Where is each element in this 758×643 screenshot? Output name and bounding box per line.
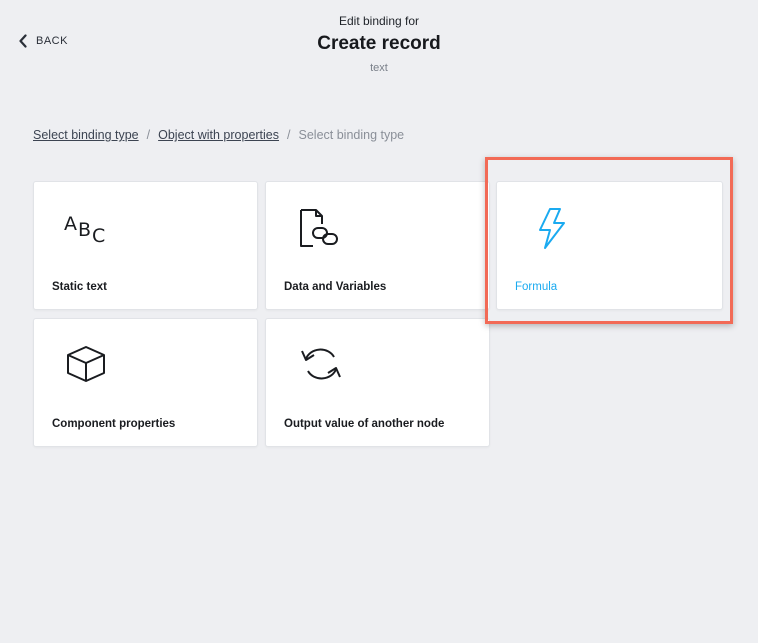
- breadcrumb-separator: /: [287, 128, 291, 142]
- page-header: Edit binding for Create record text: [0, 14, 758, 74]
- card-output-value-of-another-node[interactable]: Output value of another node: [265, 318, 490, 447]
- card-label: Data and Variables: [284, 281, 387, 293]
- svg-text:A: A: [64, 213, 77, 235]
- breadcrumb-item-object-with-properties[interactable]: Object with properties: [158, 128, 279, 142]
- card-data-and-variables[interactable]: Data and Variables: [265, 181, 490, 310]
- svg-text:B: B: [78, 219, 91, 241]
- document-link-icon: [300, 209, 338, 247]
- header-meta: text: [370, 62, 388, 74]
- abc-text-icon: A B C: [64, 213, 105, 247]
- breadcrumb-separator: /: [146, 128, 151, 142]
- cube-icon: [67, 346, 105, 382]
- card-label: Output value of another node: [284, 418, 445, 430]
- card-formula[interactable]: Formula: [496, 181, 723, 310]
- card-static-text[interactable]: A B C Static text: [33, 181, 258, 310]
- header-subtitle: Edit binding for: [338, 14, 420, 28]
- card-label: Static text: [52, 281, 107, 293]
- card-component-properties[interactable]: Component properties: [33, 318, 258, 447]
- breadcrumb: Select binding type / Object with proper…: [33, 128, 404, 142]
- breadcrumb-item-current: Select binding type: [298, 128, 405, 142]
- lightning-bolt-icon: [539, 208, 565, 249]
- breadcrumb-item-select-binding-type[interactable]: Select binding type: [33, 128, 139, 142]
- svg-text:C: C: [92, 225, 105, 247]
- card-label: Formula: [515, 281, 558, 293]
- page-title: Create record: [317, 33, 441, 54]
- refresh-cycle-icon: [301, 348, 341, 380]
- card-label: Component properties: [52, 418, 176, 430]
